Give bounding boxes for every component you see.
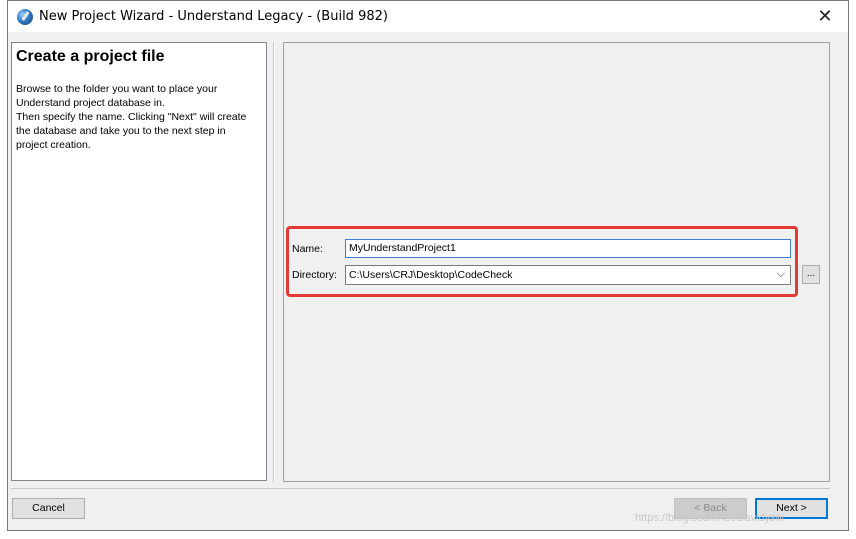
directory-value: C:\Users\CRJ\Desktop\CodeCheck (349, 269, 513, 281)
highlight-annotation (286, 226, 798, 297)
splitter-highlight (274, 42, 275, 482)
cancel-button[interactable]: Cancel (12, 498, 85, 519)
browse-button[interactable]: ... (802, 265, 820, 284)
close-button[interactable]: ✕ (802, 1, 848, 32)
chevron-down-icon[interactable]: ⌵ (777, 268, 785, 281)
directory-label: Directory: (292, 269, 337, 281)
understand-logo-icon (17, 8, 33, 25)
footer-divider (11, 488, 830, 489)
page-title: Create a project file (16, 48, 165, 65)
title-bar: New Project Wizard - Understand Legacy -… (8, 1, 848, 32)
instructions-text: Browse to the folder you want to place y… (16, 83, 247, 151)
instructions-panel: Create a project file Browse to the fold… (11, 42, 267, 481)
directory-combobox[interactable]: C:\Users\CRJ\Desktop\CodeCheck ⌵ (345, 265, 791, 285)
name-label: Name: (292, 243, 323, 255)
name-field[interactable]: MyUnderstandProject1 (345, 239, 791, 258)
window-title: New Project Wizard - Understand Legacy -… (39, 9, 388, 24)
watermark-text: https://blog.csdn.net/Davidysw (635, 512, 784, 524)
